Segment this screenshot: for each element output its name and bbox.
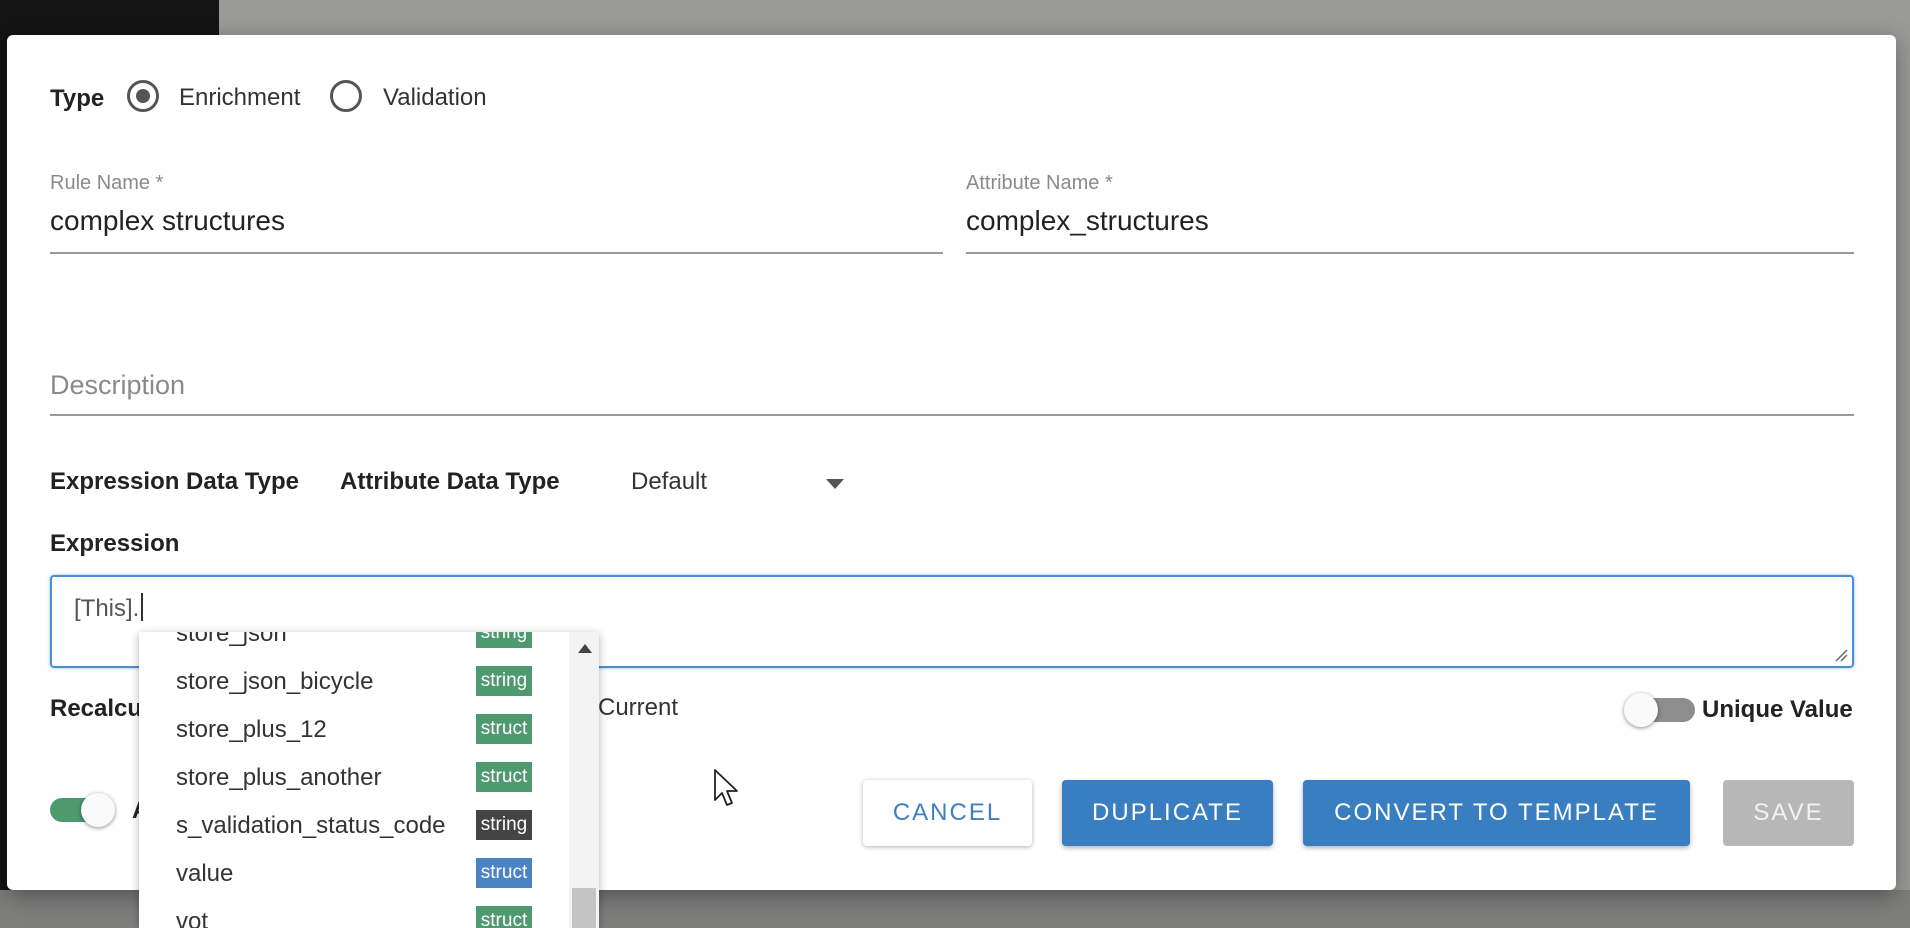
radio-enrichment-label[interactable]: Enrichment <box>179 84 300 112</box>
rule-name-underline <box>50 252 943 254</box>
autocomplete-item-name: store_json_bicycle <box>176 668 373 696</box>
duplicate-button[interactable]: DUPLICATE <box>1062 780 1273 846</box>
autocomplete-item-name: vot <box>176 908 208 928</box>
expression-data-type-label: Expression Data Type <box>50 468 299 496</box>
unique-value-toggle-knob <box>1624 693 1658 727</box>
radio-validation-label[interactable]: Validation <box>383 84 487 112</box>
type-label: Type <box>50 85 104 113</box>
text-caret <box>141 593 143 621</box>
save-button[interactable]: SAVE <box>1723 780 1854 846</box>
rule-name-input[interactable]: complex structures <box>50 205 285 237</box>
autocomplete-item-type-badge: struct <box>476 762 532 792</box>
mouse-cursor-icon <box>713 768 739 808</box>
scroll-thumb[interactable] <box>572 888 596 928</box>
autocomplete-dropdown[interactable]: store_jsonstringstore_json_bicyclestring… <box>139 632 599 928</box>
autocomplete-item-type-badge: struct <box>476 714 532 744</box>
active-toggle-knob <box>81 793 115 827</box>
attribute-name-input[interactable]: complex_structures <box>966 205 1209 237</box>
rule-name-label: Rule Name * <box>50 172 163 195</box>
autocomplete-item[interactable]: store_plus_12 struct <box>139 704 569 752</box>
attribute-name-label: Attribute Name * <box>966 172 1113 195</box>
autocomplete-item-type-badge: string <box>476 632 532 648</box>
attribute-name-underline <box>966 252 1854 254</box>
autocomplete-item[interactable]: store_plus_another struct <box>139 752 569 800</box>
autocomplete-item-name: store_plus_12 <box>176 716 327 744</box>
convert-to-template-button[interactable]: CONVERT TO TEMPLATE <box>1303 780 1690 846</box>
recalculate-label: Recalcu <box>50 695 142 723</box>
autocomplete-item-type-badge: struct <box>476 906 532 928</box>
autocomplete-item-name: store_plus_another <box>176 764 381 792</box>
autocomplete-item-name: s_validation_status_code <box>176 812 446 840</box>
radio-validation[interactable] <box>330 80 362 112</box>
autocomplete-item-name: store_json <box>176 632 287 648</box>
unique-value-label: Unique Value <box>1702 696 1853 724</box>
recalculate-option-current[interactable]: Current <box>598 694 678 722</box>
dropdown-scrollbar[interactable] <box>569 632 599 928</box>
autocomplete-item[interactable]: value struct <box>139 848 569 896</box>
description-input[interactable]: Description <box>50 370 185 401</box>
expression-value: [This]. <box>74 593 143 623</box>
autocomplete-item-name: value <box>176 860 233 888</box>
autocomplete-item[interactable]: s_validation_status_code string <box>139 800 569 848</box>
description-underline <box>50 414 1854 416</box>
expression-label: Expression <box>50 530 179 558</box>
autocomplete-item-type-badge: string <box>476 810 532 840</box>
resize-handle-icon[interactable] <box>1834 648 1848 662</box>
attribute-data-type-value: Default <box>631 468 707 496</box>
radio-selected-dot <box>136 89 150 103</box>
autocomplete-item-type-badge: string <box>476 666 532 696</box>
radio-enrichment[interactable] <box>127 80 159 112</box>
scroll-up-arrow-icon[interactable] <box>578 644 592 653</box>
attribute-data-type-select[interactable]: Default <box>631 466 861 502</box>
autocomplete-item[interactable]: store_json string <box>139 632 569 656</box>
autocomplete-item[interactable]: store_json_bicycle string <box>139 656 569 704</box>
cancel-button[interactable]: CANCEL <box>863 780 1032 846</box>
attribute-data-type-label: Attribute Data Type <box>340 468 560 496</box>
autocomplete-item-type-badge: struct <box>476 858 532 888</box>
chevron-down-icon <box>826 479 844 489</box>
autocomplete-item[interactable]: vot struct <box>139 896 569 928</box>
